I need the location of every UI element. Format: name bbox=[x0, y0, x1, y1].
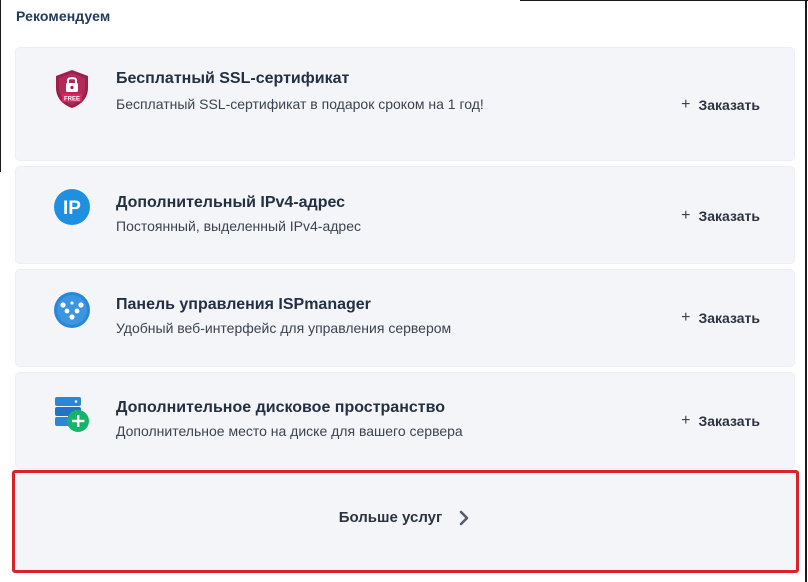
chevron-right-icon bbox=[456, 510, 472, 526]
order-button-label: Заказать bbox=[698, 208, 760, 224]
service-title: Дополнительный IPv4-адрес bbox=[116, 194, 346, 211]
ispmanager-icon bbox=[52, 290, 92, 330]
plus-icon: + bbox=[681, 96, 691, 113]
service-description: Дополнительное место на диске для вашего… bbox=[116, 423, 463, 439]
edge-line-right bbox=[805, 0, 807, 582]
disk-add-icon bbox=[52, 393, 92, 433]
service-card-disk: Дополнительное дисковое пространство Доп… bbox=[16, 373, 794, 468]
free-badge-text: FREE bbox=[64, 97, 80, 103]
service-description: Бесплатный SSL-сертификат в подарок срок… bbox=[116, 96, 484, 112]
edge-line-left bbox=[0, 0, 1, 172]
ip-icon: IP bbox=[52, 187, 92, 227]
ip-icon-text: IP bbox=[63, 198, 81, 219]
order-button-label: Заказать bbox=[698, 97, 760, 113]
service-title: Дополнительное дисковое пространство bbox=[116, 399, 445, 416]
service-card-ispmanager: Панель управления ISPmanager Удобный веб… bbox=[16, 270, 794, 366]
plus-icon: + bbox=[681, 309, 691, 326]
plus-icon: + bbox=[681, 412, 691, 429]
edge-line-top-right bbox=[520, 0, 808, 1]
plus-icon: + bbox=[681, 207, 691, 224]
service-description: Постоянный, выделенный IPv4-адрес bbox=[116, 218, 361, 234]
more-services-button[interactable]: Больше услуг bbox=[15, 509, 796, 526]
service-description: Удобный веб-интерфейс для управления сер… bbox=[116, 320, 452, 336]
service-card-ipv4: IP Дополнительный IPv4-адрес Постоянный,… bbox=[16, 167, 794, 263]
order-ispmanager-button[interactable]: + Заказать bbox=[681, 309, 760, 327]
ssl-free-shield-icon: FREE bbox=[52, 68, 92, 108]
order-button-label: Заказать bbox=[698, 310, 760, 326]
order-ipv4-button[interactable]: + Заказать bbox=[681, 207, 760, 225]
more-services-panel: Больше услуг bbox=[12, 470, 799, 573]
order-ssl-button[interactable]: + Заказать bbox=[681, 96, 760, 114]
section-title: Рекомендуем bbox=[16, 8, 111, 24]
service-title: Бесплатный SSL-сертификат bbox=[116, 70, 350, 87]
service-card-ssl: FREE Бесплатный SSL-сертификат Бесплатны… bbox=[16, 48, 794, 160]
more-services-label: Больше услуг bbox=[338, 509, 443, 526]
order-button-label: Заказать bbox=[698, 413, 760, 429]
service-title: Панель управления ISPmanager bbox=[116, 296, 371, 313]
order-disk-button[interactable]: + Заказать bbox=[681, 412, 760, 430]
